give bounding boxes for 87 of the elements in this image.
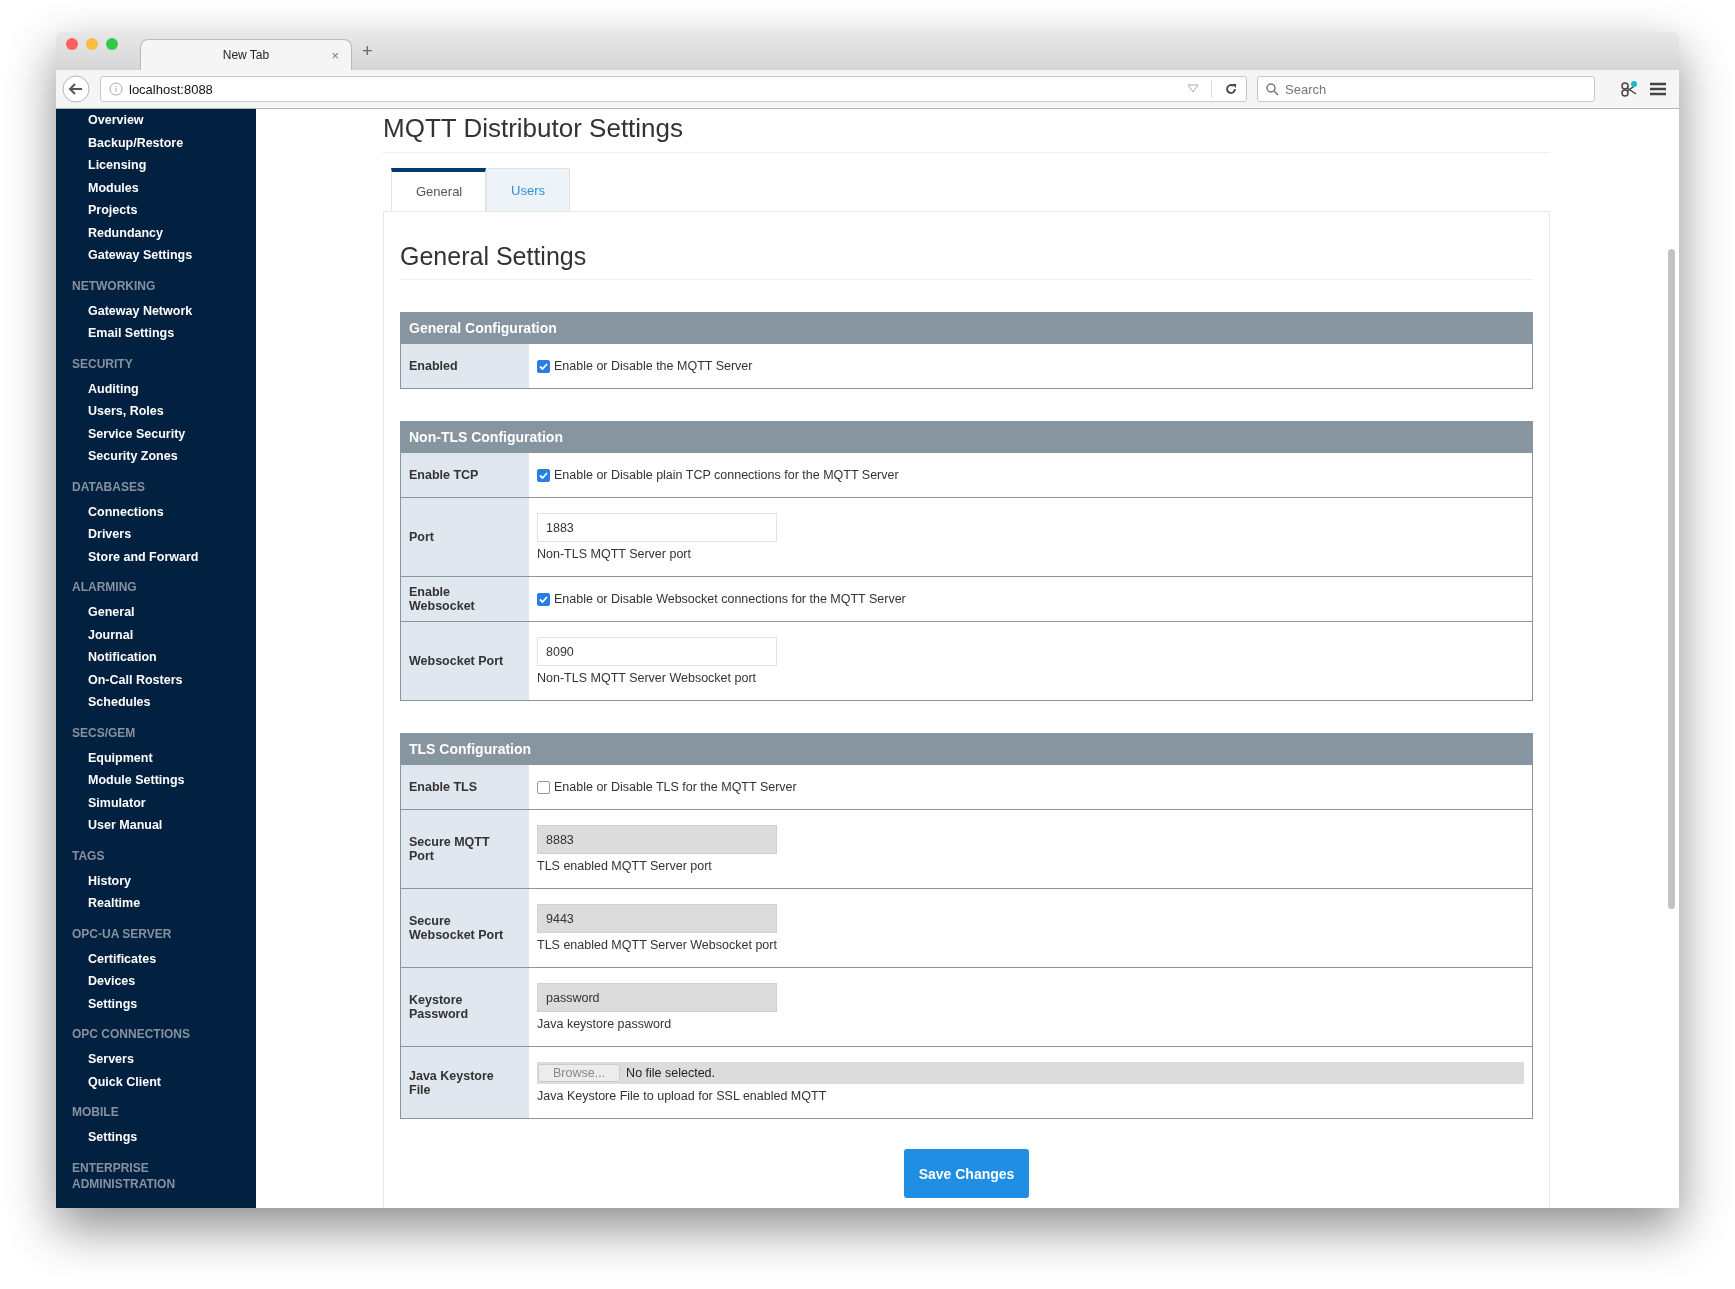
sidebar-item[interactable]: Certificates — [56, 947, 256, 970]
checkbox-label: Enable or Disable Websocket connections for the MQTT Server — [554, 592, 906, 606]
table-header: TLS Configuration — [401, 734, 1532, 765]
sidebar-item[interactable]: Journal — [56, 623, 256, 646]
sidebar-item[interactable]: Security Zones — [56, 445, 256, 468]
sidebar-item[interactable]: Simulator — [56, 791, 256, 814]
text-field[interactable]: 1883 — [537, 513, 777, 542]
table-header: General Configuration — [401, 313, 1532, 344]
close-tab-button[interactable]: × — [331, 47, 339, 63]
checkbox[interactable] — [537, 468, 550, 482]
sidebar-item[interactable]: Modules — [56, 176, 256, 199]
field-label: Java Keystore File — [401, 1047, 529, 1118]
field-label: Enable TLS — [401, 765, 529, 809]
sidebar-item[interactable]: Redundancy — [56, 221, 256, 244]
close-window-icon[interactable] — [66, 38, 78, 50]
sidebar-item[interactable]: Gateway Settings — [56, 244, 256, 267]
sidebar-item[interactable]: Backup/Restore — [56, 131, 256, 154]
checkbox[interactable] — [537, 780, 550, 794]
sidebar-item[interactable]: Users, Roles — [56, 400, 256, 423]
field-label: Websocket Port — [401, 622, 529, 700]
sidebar-item[interactable]: On-Call Rosters — [56, 668, 256, 691]
field-label: Enabled — [401, 344, 529, 388]
field-hint: Java keystore password — [537, 1017, 673, 1031]
tab[interactable]: General — [391, 168, 486, 211]
back-icon[interactable] — [62, 75, 90, 103]
field-label: Enable TCP — [401, 453, 529, 497]
field-label: Secure Websocket Port — [401, 889, 529, 967]
checkbox[interactable] — [537, 359, 550, 373]
checkbox-label: Enable or Disable plain TCP connections for the MQTT Server — [554, 468, 899, 482]
sidebar-item[interactable]: Service Security — [56, 422, 256, 445]
sidebar-item[interactable]: Gateway Network — [56, 299, 256, 322]
sidebar-item[interactable]: General — [56, 601, 256, 624]
sidebar-item[interactable]: Quick Client — [56, 1070, 256, 1093]
sidebar-heading: OPC-UA SERVER — [71, 925, 173, 942]
dropdown-icon[interactable] — [1187, 84, 1199, 94]
page-title: MQTT Distributor Settings — [383, 113, 1550, 153]
sidebar-heading: TAGS — [71, 847, 106, 864]
sidebar-item[interactable]: Overview — [56, 109, 256, 132]
sidebar-item[interactable]: History — [56, 869, 256, 892]
sidebar-item[interactable]: Store and Forward — [56, 545, 256, 568]
sidebar-item[interactable]: Projects — [56, 199, 256, 222]
search-icon — [1266, 82, 1279, 96]
sidebar-item[interactable]: Equipment — [56, 746, 256, 769]
sidebar-item[interactable]: Realtime — [56, 892, 256, 915]
sidebar-item[interactable]: Devices — [56, 970, 256, 993]
checkbox-label: Enable or Disable the MQTT Server — [554, 359, 753, 373]
address-bar[interactable]: localhost:8088 — [100, 76, 1247, 102]
sidebar-heading: MOBILE — [71, 1104, 120, 1120]
sidebar-heading: ENTERPRISE ADMINISTRATION — [71, 1159, 177, 1192]
sidebar-item[interactable]: User Manual — [56, 814, 256, 837]
sidebar-item[interactable]: Connections — [56, 500, 256, 523]
sidebar-item[interactable]: Settings — [56, 992, 256, 1015]
text-field[interactable]: 8090 — [537, 637, 777, 666]
menu-icon[interactable] — [1649, 81, 1667, 97]
sidebar-item[interactable]: Licensing — [56, 154, 256, 177]
field-label: Keystore Password — [401, 968, 529, 1046]
sidebar-heading: NETWORKING — [71, 277, 157, 294]
sidebar-item[interactable]: Drivers — [56, 523, 256, 546]
sidebar-heading: OPC CONNECTIONS — [71, 1026, 191, 1042]
table-header: Non-TLS Configuration — [401, 422, 1532, 453]
sidebar-item[interactable]: Notification — [56, 646, 256, 669]
sidebar-item[interactable]: Email Settings — [56, 322, 256, 345]
search-field[interactable]: Search — [1257, 76, 1595, 102]
checkbox-label: Enable or Disable TLS for the MQTT Server — [554, 780, 797, 794]
new-tab-button[interactable]: + — [362, 41, 373, 62]
checkbox[interactable] — [537, 592, 550, 606]
field-label: Secure MQTT Port — [401, 810, 529, 888]
sidebar-item[interactable]: Servers — [56, 1048, 256, 1071]
file-status: No file selected. — [626, 1066, 716, 1080]
field-hint: Non-TLS MQTT Server Websocket port — [537, 671, 758, 685]
sidebar-item[interactable]: Schedules — [56, 691, 256, 714]
sidebar-item[interactable]: Settings — [56, 1126, 256, 1149]
field-hint: Java Keystore File to upload for SSL enabled MQTT — [537, 1089, 828, 1103]
sidebar-heading: SECURITY — [71, 355, 134, 372]
field-label: Port — [401, 498, 529, 576]
sidebar-heading: ALARMING — [71, 579, 138, 595]
field-hint: TLS enabled MQTT Server port — [537, 859, 713, 873]
reload-icon[interactable] — [1224, 82, 1238, 96]
field-hint: TLS enabled MQTT Server Websocket port — [537, 938, 778, 952]
field-hint: Non-TLS MQTT Server port — [537, 547, 692, 561]
field-label: Enable Websocket — [401, 577, 529, 621]
sidebar-item[interactable]: Module Settings — [56, 769, 256, 792]
section-title: General Settings — [400, 242, 1533, 280]
sidebar-item[interactable]: Auditing — [56, 377, 256, 400]
browser-tab[interactable]: New Tab × — [140, 39, 352, 70]
sidebar-heading: DATABASES — [71, 478, 146, 495]
sidebar-heading: SECS/GEM — [71, 724, 137, 741]
